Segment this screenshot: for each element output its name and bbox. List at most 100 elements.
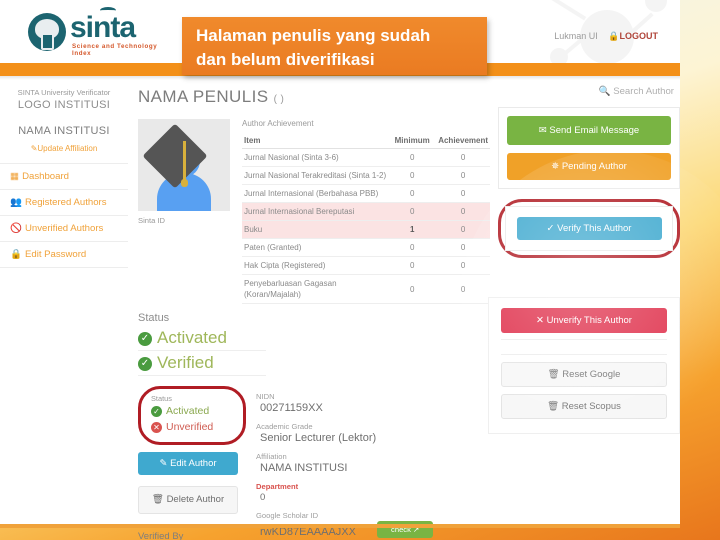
user-area: Lukman UI 🔒LOGOUT bbox=[554, 31, 658, 42]
search-author-button[interactable]: 🔍 Search Author bbox=[498, 82, 680, 107]
logout-button[interactable]: 🔒LOGOUT bbox=[608, 31, 658, 41]
cell-achievement: 0 bbox=[436, 166, 490, 185]
times-circle-icon: ✕ bbox=[151, 422, 162, 433]
delete-author-button[interactable]: 🗑 Delete Author bbox=[138, 486, 238, 514]
scholar-id-row: rwKD87EAAAAJXX check ↗ bbox=[256, 520, 490, 540]
edit-icon: ✎ bbox=[159, 458, 168, 469]
lock-icon: 🔒 bbox=[608, 31, 620, 41]
dashboard-icon: ▦ bbox=[10, 171, 20, 182]
cell-item: Hak Cipta (Registered) bbox=[242, 256, 389, 275]
table-row: Jurnal Internasional Bereputasi 0 0 bbox=[242, 202, 490, 221]
header-shadow bbox=[0, 76, 680, 80]
trash-icon: 🗑 bbox=[151, 494, 164, 505]
sidebar-item-label: Registered Authors bbox=[24, 197, 107, 208]
pending-author-button[interactable]: ✵ Pending Author bbox=[507, 153, 671, 180]
cell-minimum: 0 bbox=[388, 256, 437, 275]
cell-item: Paten (Granted) bbox=[242, 238, 389, 257]
sinta-logo-hat bbox=[70, 7, 116, 44]
reset-scopus-label: Reset Scopus bbox=[561, 401, 621, 412]
achievement-panel: Author Achievement Item Minimum Achievem… bbox=[242, 119, 490, 304]
sinta-logo[interactable]: sinta Science and Technology Index bbox=[28, 7, 178, 57]
achievement-title: Author Achievement bbox=[242, 119, 314, 128]
sidebar-item-registered-authors[interactable]: 👥 Registered Authors bbox=[0, 189, 128, 215]
lock-icon: 🔒 bbox=[10, 249, 22, 260]
sidebar-nama-institusi: NAMA INSTITUSI bbox=[18, 125, 110, 137]
avatar-column: Sinta ID bbox=[138, 119, 230, 304]
cell-minimum: 0 bbox=[388, 184, 437, 203]
trash-icon: 🗑 bbox=[547, 369, 560, 380]
affiliation-label: Affiliation bbox=[256, 452, 287, 461]
users-icon: 👥 bbox=[10, 197, 22, 208]
app-window: sinta Science and Technology Index Lukma… bbox=[0, 0, 680, 540]
reset-scopus-button[interactable]: 🗑 Reset Scopus bbox=[501, 394, 667, 419]
send-email-button[interactable]: ✉ Send Email Message bbox=[507, 116, 671, 145]
sidebar-item-label: Edit Password bbox=[24, 249, 87, 260]
sidebar-item-edit-password[interactable]: 🔒 Edit Password bbox=[0, 241, 128, 268]
unverify-author-label: Unverify This Author bbox=[546, 315, 632, 326]
cell-achievement: 0 bbox=[436, 256, 490, 275]
ban-icon: 🚫 bbox=[10, 223, 22, 234]
cell-minimum: 0 bbox=[388, 166, 437, 185]
column-header-minimum: Minimum bbox=[388, 133, 437, 149]
cell-achievement: 0 bbox=[436, 238, 490, 257]
cell-achievement: 0 bbox=[436, 202, 490, 221]
divider bbox=[501, 339, 667, 340]
check-circle-icon: ✓ bbox=[151, 406, 162, 417]
status-label: Status bbox=[138, 312, 170, 324]
edit-author-button[interactable]: ✎ Edit Author bbox=[138, 452, 238, 475]
verify-card: ✓ Verify This Author bbox=[505, 206, 673, 251]
delete-author-label: Delete Author bbox=[166, 494, 225, 505]
status-box-highlight: Status ✓ Activated ✕ Unverified bbox=[138, 386, 246, 445]
cell-item: Jurnal Internasional Bereputasi bbox=[242, 202, 389, 221]
affiliation-value: NAMA INSTITUSI bbox=[260, 462, 348, 474]
search-icon: 🔍 bbox=[598, 86, 611, 97]
status-activated: ✓ Activated bbox=[138, 326, 266, 351]
cell-minimum: 0 bbox=[388, 238, 437, 257]
cell-achievement: 0 bbox=[436, 220, 490, 239]
sinta-logo-word: sinta bbox=[70, 11, 136, 44]
status-activated-label: Activated bbox=[157, 328, 227, 347]
send-email-label: Send Email Message bbox=[549, 125, 640, 136]
cell-item: Penyebarluasan Gagasan (Koran/Majalah) bbox=[242, 274, 389, 304]
verify-author-button[interactable]: ✓ Verify This Author bbox=[516, 217, 662, 240]
cell-item: Jurnal Internasional (Berbahasa PBB) bbox=[242, 184, 389, 203]
check-circle-icon: ✓ bbox=[138, 357, 152, 371]
cell-minimum: 0 bbox=[388, 148, 437, 167]
reset-google-button[interactable]: 🗑 Reset Google bbox=[501, 362, 667, 387]
detail-row: Status ✓ Activated ✕ Unverified ✎ Edit Aut… bbox=[138, 386, 490, 540]
unverify-author-button[interactable]: ✕ Unverify This Author bbox=[501, 308, 667, 333]
verify-author-label: Verify This Author bbox=[557, 223, 632, 234]
callout-line-1: Halaman penulis yang sudah bbox=[196, 26, 431, 45]
table-row: Buku 1 0 bbox=[242, 220, 490, 239]
sidebar-item-unverified-authors[interactable]: 🚫 Unverified Authors bbox=[0, 215, 128, 241]
detail-right-column: NIDN 00271159XX Academic Grade Senior Le… bbox=[256, 386, 490, 540]
table-row: Paten (Granted) 0 0 bbox=[242, 238, 490, 257]
sinta-logo-tagline: Science and Technology Index bbox=[72, 43, 158, 57]
page-title-text: NAMA PENULIS bbox=[138, 87, 269, 106]
nidn-value: 00271159XX bbox=[260, 402, 323, 414]
slide-canvas: sinta Science and Technology Index Lukma… bbox=[0, 0, 720, 540]
status-box-label: Status bbox=[151, 394, 172, 403]
callout-banner: Halaman penulis yang sudah dan belum div… bbox=[182, 17, 487, 75]
cell-minimum: 1 bbox=[388, 220, 437, 239]
avatar bbox=[138, 119, 230, 211]
edit-author-label: Edit Author bbox=[170, 458, 217, 469]
check-circle-icon: ✓ bbox=[138, 332, 152, 346]
status-box-activated: ✓ Activated bbox=[151, 403, 233, 419]
sidebar-update-affiliation[interactable]: ✎Update Affiliation bbox=[0, 137, 128, 163]
column-header-item: Item bbox=[242, 133, 389, 149]
nidn-label: NIDN bbox=[256, 392, 275, 401]
envelope-icon: ✉ bbox=[538, 125, 547, 136]
logout-label: LOGOUT bbox=[619, 31, 659, 41]
update-affiliation-label: Update Affiliation bbox=[37, 144, 98, 153]
status-box-unverified-label: Unverified bbox=[166, 421, 214, 433]
check-circle-icon: ✓ bbox=[546, 223, 555, 234]
sinta-logo-mark bbox=[28, 13, 66, 51]
status-verified-label: Verified bbox=[157, 353, 214, 372]
department-value: 0 bbox=[260, 492, 266, 503]
cell-item: Jurnal Nasional Terakreditasi (Sinta 1-2… bbox=[242, 166, 389, 185]
cell-achievement: 0 bbox=[436, 184, 490, 203]
sidebar-item-dashboard[interactable]: ▦ Dashboard bbox=[0, 163, 128, 189]
status-verified: ✓ Verified bbox=[138, 351, 266, 376]
table-row: Penyebarluasan Gagasan (Koran/Majalah) 0… bbox=[242, 274, 490, 304]
